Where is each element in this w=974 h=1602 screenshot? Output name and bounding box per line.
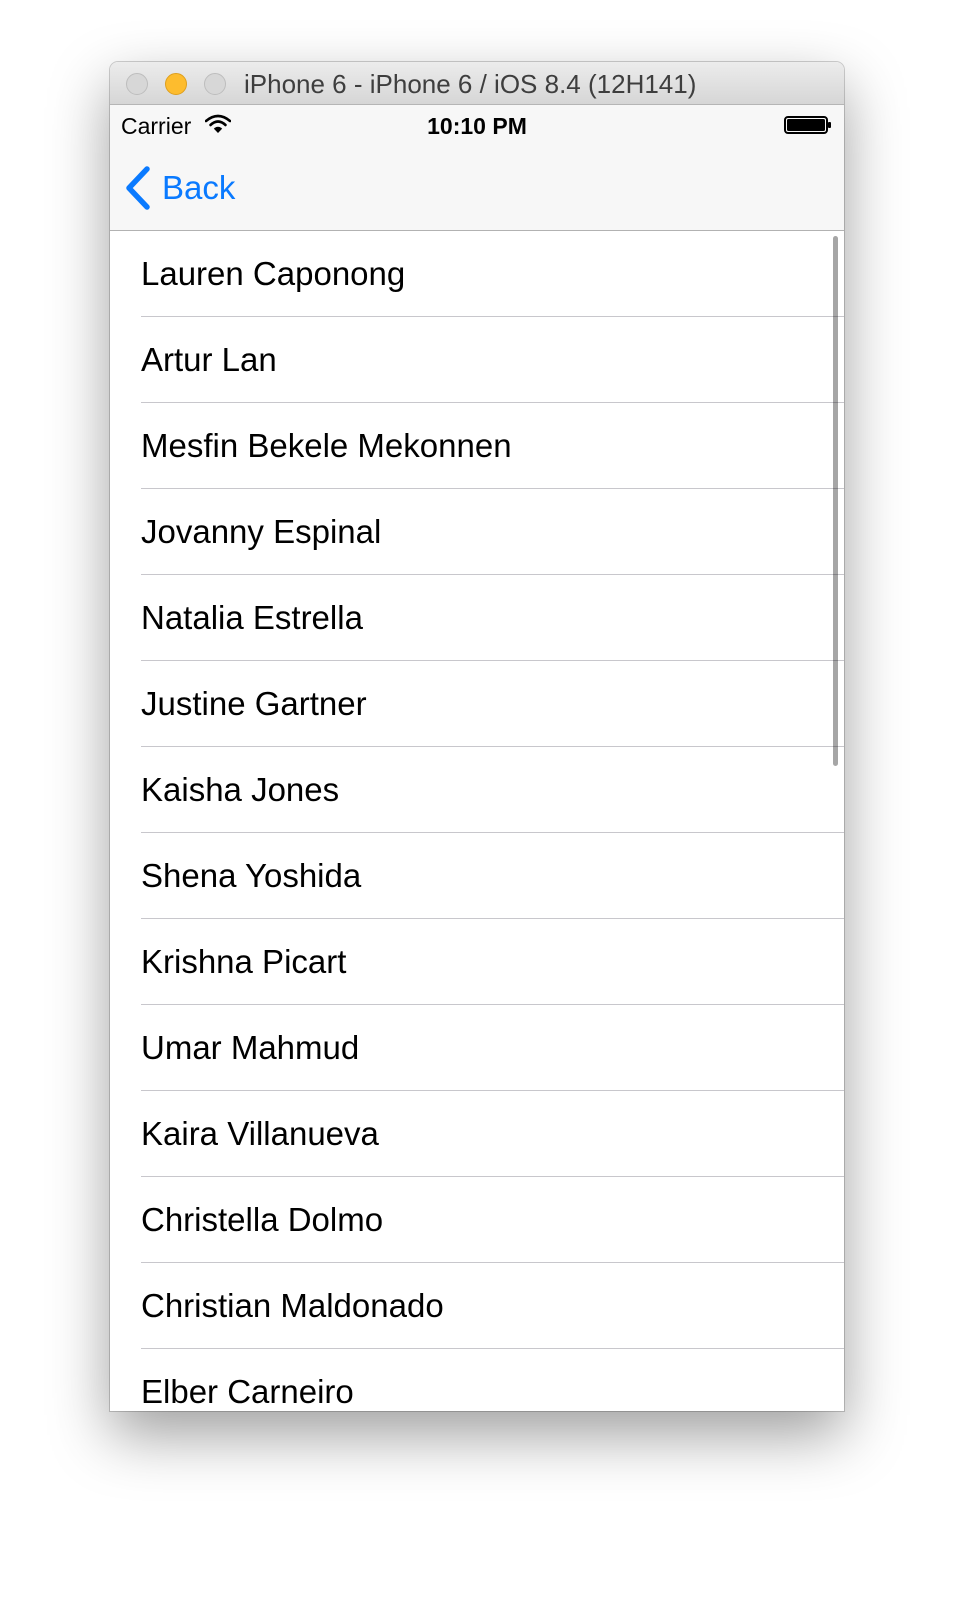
row-label: Natalia Estrella	[141, 599, 363, 636]
table-row[interactable]: Justine Gartner	[110, 661, 844, 747]
simulator-window: iPhone 6 - iPhone 6 / iOS 8.4 (12H141) C…	[110, 62, 844, 1411]
table-row[interactable]: Lauren Caponong	[110, 231, 844, 317]
row-label: Elber Carneiro	[141, 1373, 354, 1410]
table-row[interactable]: Artur Lan	[110, 317, 844, 403]
row-label: Shena Yoshida	[141, 857, 362, 894]
table-row[interactable]: Kaira Villanueva	[110, 1091, 844, 1177]
table-row[interactable]: Umar Mahmud	[110, 1005, 844, 1091]
row-label: Mesfin Bekele Mekonnen	[141, 427, 512, 464]
table-row[interactable]: Elber Carneiro	[110, 1349, 844, 1411]
table-row[interactable]: Jovanny Espinal	[110, 489, 844, 575]
close-window-button[interactable]	[126, 73, 148, 95]
status-bar: Carrier 10:10 PM	[110, 105, 844, 145]
row-label: Christella Dolmo	[141, 1201, 384, 1238]
zoom-window-button[interactable]	[204, 73, 226, 95]
battery-icon	[784, 116, 831, 134]
row-label: Jovanny Espinal	[141, 513, 382, 550]
row-label: Lauren Caponong	[141, 255, 406, 292]
row-label: Kaira Villanueva	[141, 1115, 379, 1152]
row-label: Artur Lan	[141, 341, 277, 378]
status-time: 10:10 PM	[427, 113, 527, 139]
row-label: Umar Mahmud	[141, 1029, 360, 1066]
chevron-left-icon	[126, 166, 150, 210]
names-table[interactable]: Lauren Caponong Artur Lan Mesfin Bekele …	[110, 231, 844, 1411]
table-row[interactable]: Kaisha Jones	[110, 747, 844, 833]
scroll-indicator[interactable]	[833, 236, 838, 766]
row-label: Krishna Picart	[141, 943, 347, 980]
table-row[interactable]: Natalia Estrella	[110, 575, 844, 661]
window-titlebar: iPhone 6 - iPhone 6 / iOS 8.4 (12H141)	[110, 62, 844, 105]
minimize-window-button[interactable]	[165, 73, 187, 95]
row-label: Christian Maldonado	[141, 1287, 444, 1324]
table-row[interactable]: Shena Yoshida	[110, 833, 844, 919]
row-label: Kaisha Jones	[141, 771, 340, 808]
back-button[interactable]: Back	[124, 165, 235, 211]
window-title: iPhone 6 - iPhone 6 / iOS 8.4 (12H141)	[244, 69, 697, 99]
table-row[interactable]: Mesfin Bekele Mekonnen	[110, 403, 844, 489]
navigation-bar: Back	[110, 145, 844, 231]
table-row[interactable]: Krishna Picart	[110, 919, 844, 1005]
row-label: Justine Gartner	[141, 685, 367, 722]
table-row[interactable]: Christian Maldonado	[110, 1263, 844, 1349]
back-button-label: Back	[162, 169, 236, 206]
table-row[interactable]: Christella Dolmo	[110, 1177, 844, 1263]
